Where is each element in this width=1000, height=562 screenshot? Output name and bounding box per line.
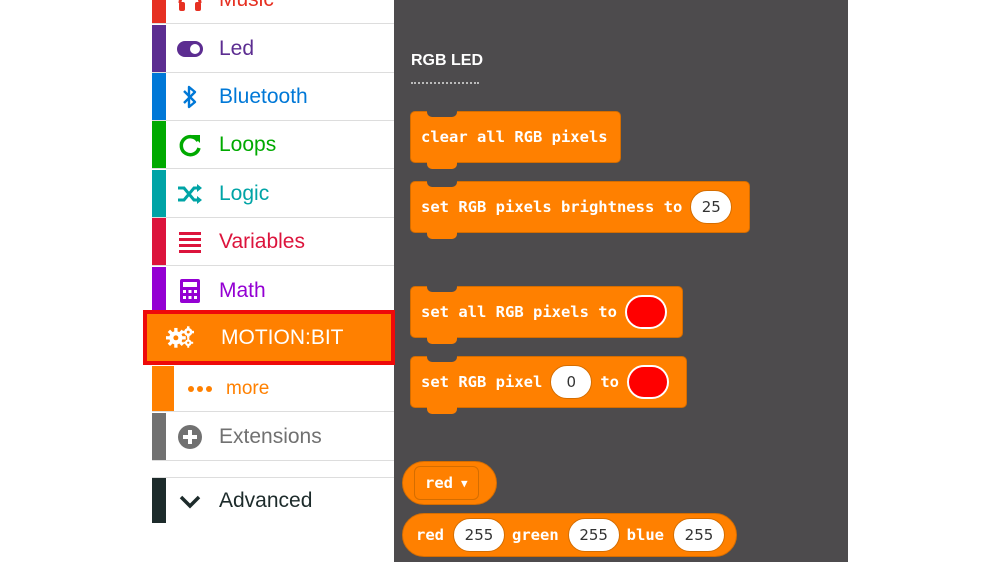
category-loops[interactable]: Loops bbox=[152, 121, 394, 169]
brightness-input[interactable]: 25 bbox=[690, 190, 733, 224]
caret-down-icon: ▼ bbox=[461, 476, 468, 490]
category-label: Extensions bbox=[219, 425, 322, 448]
category-motion-bit[interactable]: MOTION:BIT bbox=[143, 310, 395, 365]
shuffle-icon bbox=[176, 180, 204, 208]
block-label: clear all RGB pixels bbox=[421, 128, 608, 146]
category-label: Logic bbox=[219, 182, 270, 205]
category-label: Loops bbox=[219, 133, 277, 156]
block-set-rgb-pixel[interactable]: set RGB pixel 0 to bbox=[410, 356, 687, 414]
category-logic[interactable]: Logic bbox=[152, 170, 394, 218]
flyout-section-title: RGB LED bbox=[411, 52, 483, 69]
toolbox: Music Led Bluetooth Loops Logic Var bbox=[143, 0, 395, 562]
block-set-all-rgb-pixels[interactable]: set all RGB pixels to bbox=[410, 286, 683, 344]
category-led[interactable]: Led bbox=[152, 25, 394, 73]
blue-value-input[interactable]: 255 bbox=[673, 518, 725, 552]
headphones-icon bbox=[176, 0, 204, 14]
green-value-input[interactable]: 255 bbox=[567, 518, 620, 552]
red-value-input[interactable]: 255 bbox=[453, 518, 505, 552]
color-picker-swatch[interactable] bbox=[624, 295, 667, 329]
category-label: Advanced bbox=[219, 489, 313, 512]
color-dropdown[interactable]: red ▼ bbox=[414, 466, 479, 500]
category-variables[interactable]: Variables bbox=[152, 218, 394, 266]
loop-arrow-icon bbox=[176, 131, 204, 159]
rgb-green-label: green bbox=[512, 526, 559, 544]
category-label: Led bbox=[219, 37, 255, 60]
gears-icon bbox=[166, 323, 194, 351]
toggle-icon bbox=[176, 35, 204, 63]
color-picker-swatch[interactable] bbox=[627, 365, 669, 399]
block-flyout: RGB LED clear all RGB pixels set RGB pix… bbox=[394, 0, 848, 562]
dots-icon bbox=[186, 375, 214, 403]
block-label: set RGB pixel bbox=[421, 373, 543, 391]
category-more[interactable]: more bbox=[152, 366, 394, 412]
category-label: Math bbox=[219, 279, 266, 302]
category-bluetooth[interactable]: Bluetooth bbox=[152, 73, 394, 121]
category-label: Bluetooth bbox=[219, 85, 308, 108]
category-label: MOTION:BIT bbox=[221, 326, 344, 349]
block-clear-rgb-pixels[interactable]: clear all RGB pixels bbox=[410, 111, 621, 169]
dropdown-value: red bbox=[425, 474, 453, 492]
category-advanced[interactable]: Advanced bbox=[152, 477, 394, 523]
category-label: Variables bbox=[219, 230, 305, 253]
pixel-index-input[interactable]: 0 bbox=[550, 365, 593, 399]
rgb-blue-label: blue bbox=[626, 526, 664, 544]
block-set-brightness[interactable]: set RGB pixels brightness to 25 bbox=[410, 181, 750, 239]
plus-circle-icon bbox=[176, 423, 204, 451]
category-extensions[interactable]: Extensions bbox=[152, 413, 394, 461]
title-underline bbox=[411, 82, 479, 84]
chevron-down-icon bbox=[176, 488, 204, 516]
category-music[interactable]: Music bbox=[152, 0, 394, 24]
category-label: Music bbox=[219, 0, 274, 24]
rgb-red-label: red bbox=[416, 526, 444, 544]
bluetooth-icon bbox=[176, 83, 204, 111]
category-label: more bbox=[226, 378, 270, 399]
reporter-rgb[interactable]: red 255 green 255 blue 255 bbox=[402, 513, 737, 557]
reporter-color-dropdown[interactable]: red ▼ bbox=[402, 461, 497, 505]
calculator-icon bbox=[176, 277, 204, 305]
category-math[interactable]: Math bbox=[152, 267, 394, 315]
list-lines-icon bbox=[176, 228, 204, 256]
block-label-to: to bbox=[600, 373, 619, 391]
block-label: set RGB pixels brightness to bbox=[421, 198, 683, 216]
block-label: set all RGB pixels to bbox=[421, 303, 617, 321]
